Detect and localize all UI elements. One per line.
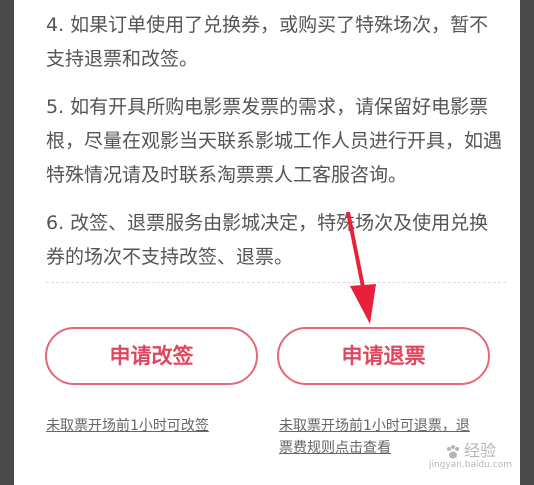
section-divider bbox=[46, 282, 506, 283]
notice-item: 4. 如果订单使用了兑换券，或购买了特殊场次，暂不支持退票和改签。 bbox=[46, 14, 489, 70]
notice-item: 5. 如有开具所购电影票发票的需求，请保留好电影票根，尽量在观影当天联系影城工作… bbox=[46, 96, 503, 186]
notice-list: 4. 如果订单使用了兑换券，或购买了特殊场次，暂不支持退票和改签。 5. 如有开… bbox=[46, 8, 506, 288]
watermark-url: jingyan.baidu.com bbox=[428, 460, 512, 470]
paw-icon bbox=[446, 444, 459, 458]
apply-refund-button[interactable]: 申请退票 bbox=[277, 327, 490, 385]
watermark-text: 经验 bbox=[463, 441, 496, 460]
watermark: 经验 jingyan.baidu.com bbox=[429, 442, 512, 471]
notice-item: 6. 改签、退票服务由影城决定，特殊场次及使用兑换券的场次不支持改签、退票。 bbox=[46, 212, 489, 268]
apply-change-button[interactable]: 申请改签 bbox=[45, 327, 258, 385]
annotation-arrow-icon bbox=[346, 212, 376, 324]
change-rule-link[interactable]: 未取票开场前1小时可改签 bbox=[46, 415, 209, 437]
refund-info-card: 4. 如果订单使用了兑换券，或购买了特殊场次，暂不支持退票和改签。 5. 如有开… bbox=[14, 0, 520, 485]
